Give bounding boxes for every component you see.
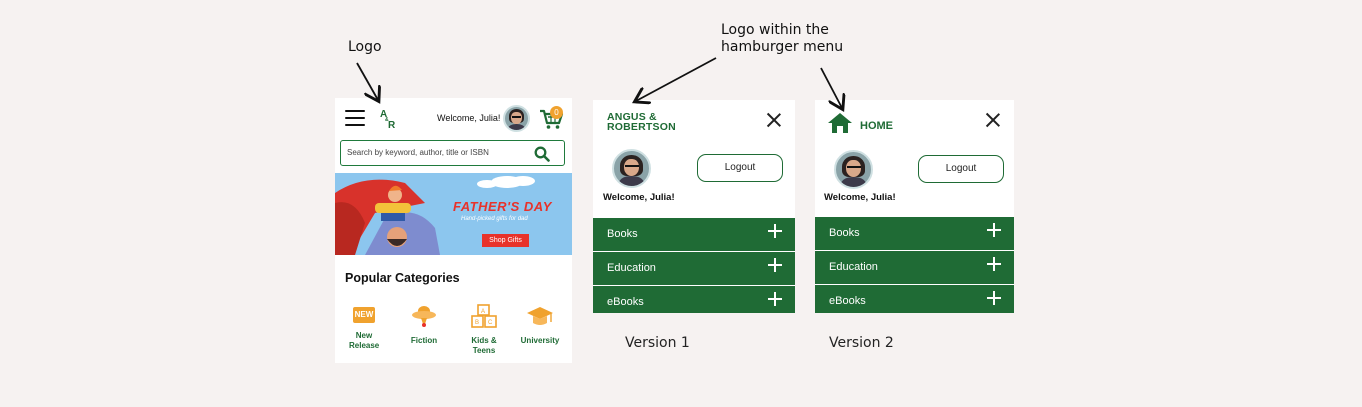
top-bar: A & R Welcome, Julia! 0 [335, 98, 572, 138]
cart-count-badge: 0 [550, 106, 563, 119]
menu-logo-annotation-line2: hamburger menu [721, 39, 844, 55]
angus-robertson-logo[interactable]: ANGUS & ROBERTSON [607, 112, 676, 133]
ufo-icon [412, 306, 436, 327]
blocks-icon: A B C [471, 304, 497, 328]
banner-title: FATHER'S DAY [453, 199, 552, 214]
logout-button[interactable]: Logout [918, 155, 1004, 183]
menu-item-label: eBooks [829, 295, 866, 307]
menu-item-label: Education [829, 261, 878, 273]
graduation-cap-icon [527, 307, 553, 325]
plus-icon[interactable] [987, 257, 1001, 271]
search-bar [340, 140, 565, 166]
logo-arrow [356, 62, 378, 100]
version-2-label: Version 2 [829, 335, 894, 351]
welcome-text: Welcome, Julia! [824, 192, 896, 203]
home-icon[interactable] [827, 112, 853, 134]
fathers-day-banner[interactable]: FATHER'S DAY Hand-picked gifts for dad S… [335, 173, 572, 255]
hamburger-menu-version-2: HOME Welcome, Julia! Logout Books Educat… [815, 100, 1014, 313]
ar-logo-icon[interactable]: A & R [379, 107, 399, 129]
menu-item-label: eBooks [607, 296, 644, 308]
category-new-release[interactable]: NEW New Release [339, 303, 389, 351]
logout-button[interactable]: Logout [697, 154, 783, 182]
welcome-text: Welcome, Julia! [603, 192, 675, 203]
menu-item-books[interactable]: Books [815, 217, 1014, 250]
hamburger-menu-version-1: ANGUS & ROBERTSON Welcome, Julia! Logout… [593, 100, 795, 313]
close-icon[interactable] [767, 113, 781, 127]
close-icon[interactable] [986, 113, 1000, 127]
search-icon[interactable] [534, 146, 550, 162]
logo-annotation: Logo [348, 39, 382, 55]
new-badge-icon: NEW [350, 303, 378, 329]
popular-categories-title: Popular Categories [345, 271, 460, 285]
svg-text:B: B [475, 320, 479, 326]
menu-item-ebooks[interactable]: eBooks [593, 286, 795, 313]
logo-line-2: ROBERTSON [607, 121, 676, 133]
svg-text:R: R [388, 120, 396, 129]
menu-item-education[interactable]: Education [815, 251, 1014, 284]
menu-item-label: Books [829, 227, 860, 239]
category-label: New Release [349, 331, 380, 350]
menu-item-label: Books [607, 228, 638, 240]
plus-icon[interactable] [987, 291, 1001, 305]
menu-item-education[interactable]: Education [593, 252, 795, 285]
menu-item-books[interactable]: Books [593, 218, 795, 251]
category-label: University [520, 336, 560, 345]
menu-logo-arrow-v1 [636, 57, 717, 101]
category-label: Kids & Teens [471, 336, 497, 355]
banner-subtitle: Hand-picked gifts for dad [461, 216, 528, 222]
avatar [834, 150, 873, 189]
plus-icon[interactable] [768, 224, 782, 238]
new-badge: NEW [353, 307, 375, 323]
avatar [612, 149, 651, 188]
category-label: Fiction [410, 336, 438, 345]
version-1-label: Version 1 [625, 335, 690, 351]
plus-icon[interactable] [987, 223, 1001, 237]
menu-item-ebooks[interactable]: eBooks [815, 285, 1014, 313]
plus-icon[interactable] [768, 292, 782, 306]
homepage-mockup: A & R Welcome, Julia! 0 Search by keywor… [335, 98, 572, 363]
welcome-text: Welcome, Julia! [437, 113, 501, 123]
avatar[interactable] [503, 105, 530, 132]
menu-logo-annotation-line1: Logo within the [721, 22, 829, 38]
svg-text:A: A [481, 309, 485, 315]
banner-illustration [335, 176, 535, 255]
hamburger-menu-icon[interactable] [345, 110, 365, 126]
category-fiction[interactable]: Fiction [399, 303, 449, 346]
shop-gifts-button[interactable]: Shop Gifts [482, 234, 529, 247]
search-input[interactable] [347, 148, 532, 157]
category-kids-teens[interactable]: A B C Kids & Teens [459, 303, 509, 356]
menu-item-label: Education [607, 262, 656, 274]
category-university[interactable]: University [515, 303, 565, 346]
plus-icon[interactable] [768, 258, 782, 272]
svg-text:C: C [488, 320, 493, 326]
home-label[interactable]: HOME [860, 120, 893, 132]
